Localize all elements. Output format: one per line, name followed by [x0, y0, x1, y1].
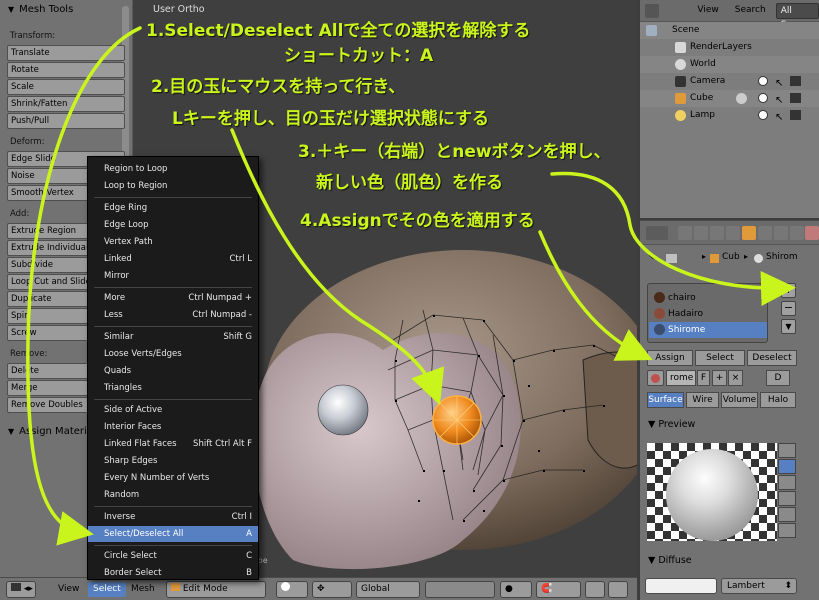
- annotation-arrows: [26, 26, 796, 546]
- blender-window: ▼ Mesh Tools Transform: Translate Rotate…: [0, 0, 819, 600]
- annotation-step3-line1: 3.＋キー（右端）とnewボタンを押し、: [298, 142, 611, 162]
- arrow-step3: [550, 171, 796, 306]
- annotation-step3-line2: 新しい色（肌色）を作る: [316, 173, 503, 193]
- annotation-step2-line1: 2.目の玉にマウスを持って行き、: [151, 77, 406, 97]
- annotation-step4: 4.Assignでその色を適用する: [300, 211, 535, 231]
- arrow-step4: [538, 230, 653, 361]
- arrow-step1: [26, 26, 142, 546]
- annotation-step1-line1: 1.Select/Deselect Allで全ての選択を解除する: [146, 21, 531, 41]
- annotation-step1-line2: ショートカット：A: [284, 46, 434, 66]
- annotation-step2-line2: Lキーを押し、目の玉だけ選択状態にする: [172, 109, 490, 129]
